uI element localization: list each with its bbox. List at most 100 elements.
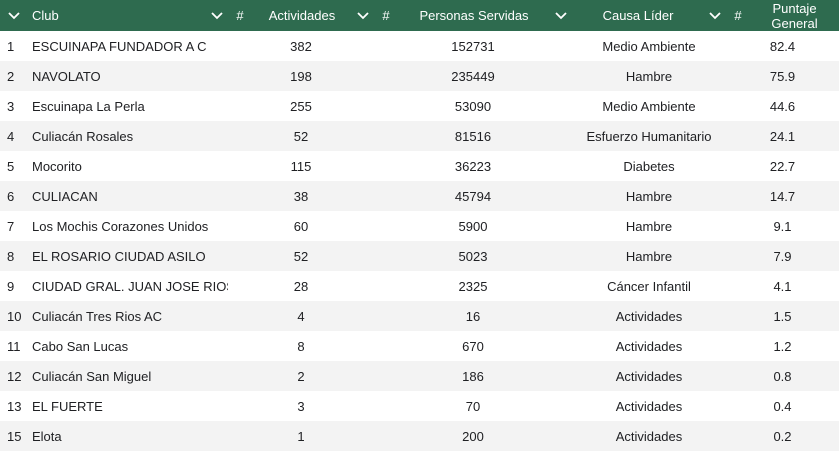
puntaje-cell: 24.1 xyxy=(769,128,796,144)
puntaje-cell: 9.1 xyxy=(773,218,792,234)
club-name-cell: NAVOLATO xyxy=(32,68,101,84)
actividades-cell: 115 xyxy=(290,158,312,174)
personas-cell: 70 xyxy=(465,398,481,414)
actividades-cell: 3 xyxy=(297,398,305,414)
puntaje-cell: 1.5 xyxy=(773,308,792,324)
causa-column-header[interactable]: Causa Líder xyxy=(572,8,726,23)
numeric-type-icon: # xyxy=(734,8,742,23)
personas-cell: 235449 xyxy=(451,68,495,84)
personas-column-header[interactable]: # Personas Servidas xyxy=(374,8,572,23)
row-index: 1 xyxy=(7,38,15,54)
table-row[interactable]: 5 Mocorito 115 36223 Diabetes 22.7 xyxy=(0,151,839,181)
puntaje-cell: 0.4 xyxy=(773,398,792,414)
personas-cell: 2325 xyxy=(458,278,488,294)
numeric-type-icon: # xyxy=(236,8,244,23)
actividades-cell: 1 xyxy=(297,428,305,444)
puntaje-cell: 1.2 xyxy=(773,338,792,354)
club-name-cell: Culiacán San Miguel xyxy=(32,368,152,384)
table-row[interactable]: 10 Culiacán Tres Rios AC 4 16 Actividades 1.5 xyxy=(0,301,839,331)
club-name-cell: Elota xyxy=(32,428,62,444)
table-row[interactable]: 2 NAVOLATO 198 235449 Hambre 75.9 xyxy=(0,61,839,91)
puntaje-column-header[interactable]: # Puntaje General xyxy=(726,1,839,31)
club-name-cell: Culiacán Rosales xyxy=(32,128,134,144)
puntaje-header-label: Puntaje General xyxy=(771,0,818,31)
actividades-cell: 4 xyxy=(297,308,305,324)
personas-header-label: Personas Servidas xyxy=(419,8,529,23)
chevron-down-icon[interactable] xyxy=(352,11,374,20)
actividades-cell: 38 xyxy=(293,188,309,204)
puntaje-cell: 44.6 xyxy=(769,98,796,114)
numeric-type-icon: # xyxy=(382,8,390,23)
row-index: 6 xyxy=(7,188,15,204)
row-index: 9 xyxy=(7,278,15,294)
causa-cell: Hambre xyxy=(625,218,673,234)
causa-cell: Actividades xyxy=(615,398,683,414)
puntaje-cell: 75.9 xyxy=(769,68,796,84)
personas-cell: 81516 xyxy=(454,128,492,144)
personas-cell: 670 xyxy=(462,338,484,354)
personas-cell: 53090 xyxy=(454,98,492,114)
club-name-cell: Escuinapa La Perla xyxy=(32,98,145,114)
table-row[interactable]: 3 Escuinapa La Perla 255 53090 Medio Ambient… xyxy=(0,91,839,121)
puntaje-cell: 4.1 xyxy=(773,278,792,294)
puntaje-cell: 0.8 xyxy=(773,368,792,384)
table-row[interactable]: 9 CIUDAD GRAL. JUAN JOSE RIOS 28 2325 Cáncer… xyxy=(0,271,839,301)
chevron-down-icon[interactable] xyxy=(3,11,25,20)
actividades-cell: 52 xyxy=(293,128,309,144)
causa-cell: Hambre xyxy=(625,68,673,84)
table-row[interactable]: 11 Cabo San Lucas 8 670 Actividades 1.2 xyxy=(0,331,839,361)
clubs-table: Club # Actividades # Personas Servidas C… xyxy=(0,0,839,451)
causa-cell: Hambre xyxy=(625,188,673,204)
actividades-cell: 382 xyxy=(290,38,312,54)
table-row[interactable]: 7 Los Mochis Corazones Unidos 60 5900 Hambre… xyxy=(0,211,839,241)
chevron-down-icon[interactable] xyxy=(704,11,726,20)
row-index: 13 xyxy=(7,398,22,414)
puntaje-cell: 7.9 xyxy=(773,248,792,264)
table-row[interactable]: 6 CULIACAN 38 45794 Hambre 14.7 xyxy=(0,181,839,211)
causa-header-label: Causa Líder xyxy=(602,8,674,23)
causa-cell: Cáncer Infantil xyxy=(607,278,691,294)
personas-cell: 152731 xyxy=(451,38,495,54)
causa-cell: Esfuerzo Humanitario xyxy=(586,128,712,144)
chevron-down-icon[interactable] xyxy=(206,11,228,20)
club-name-cell: CIUDAD GRAL. JUAN JOSE RIOS xyxy=(32,278,228,294)
row-index: 15 xyxy=(7,428,22,444)
causa-cell: Actividades xyxy=(615,308,683,324)
personas-cell: 5023 xyxy=(458,248,488,264)
row-index: 2 xyxy=(7,68,15,84)
chevron-down-icon[interactable] xyxy=(550,11,572,20)
table-body: 1 ESCUINAPA FUNDADOR A C 382 152731 Medio Am… xyxy=(0,31,839,451)
club-name-cell: CULIACAN xyxy=(32,188,98,204)
club-name-cell: ESCUINAPA FUNDADOR A C xyxy=(32,38,207,54)
puntaje-cell: 0.2 xyxy=(773,428,792,444)
personas-cell: 186 xyxy=(462,368,484,384)
club-column-header[interactable]: Club xyxy=(28,8,228,23)
index-column-header[interactable] xyxy=(0,11,28,20)
table-row[interactable]: 13 EL FUERTE 3 70 Actividades 0.4 xyxy=(0,391,839,421)
puntaje-cell: 22.7 xyxy=(769,158,796,174)
actividades-cell: 28 xyxy=(293,278,309,294)
row-index: 10 xyxy=(7,308,22,324)
club-name-cell: Mocorito xyxy=(32,158,82,174)
causa-cell: Medio Ambiente xyxy=(602,38,696,54)
row-index: 3 xyxy=(7,98,15,114)
row-index: 8 xyxy=(7,248,15,264)
personas-cell: 200 xyxy=(462,428,484,444)
puntaje-cell: 14.7 xyxy=(769,188,796,204)
table-row[interactable]: 1 ESCUINAPA FUNDADOR A C 382 152731 Medio Am… xyxy=(0,31,839,61)
club-name-cell: EL FUERTE xyxy=(32,398,103,414)
actividades-cell: 2 xyxy=(297,368,305,384)
table-row[interactable]: 15 Elota 1 200 Actividades 0.2 xyxy=(0,421,839,451)
table-row[interactable]: 12 Culiacán San Miguel 2 186 Actividades 0.8 xyxy=(0,361,839,391)
row-index: 12 xyxy=(7,368,22,384)
table-row[interactable]: 8 EL ROSARIO CIUDAD ASILO 52 5023 Hambre 7.9 xyxy=(0,241,839,271)
row-index: 11 xyxy=(7,338,21,354)
actividades-column-header[interactable]: # Actividades xyxy=(228,8,374,23)
causa-cell: Medio Ambiente xyxy=(602,98,696,114)
actividades-cell: 198 xyxy=(290,68,312,84)
club-name-cell: Los Mochis Corazones Unidos xyxy=(32,218,209,234)
causa-cell: Hambre xyxy=(625,248,673,264)
row-index: 7 xyxy=(7,218,15,234)
causa-cell: Diabetes xyxy=(623,158,675,174)
table-row[interactable]: 4 Culiacán Rosales 52 81516 Esfuerzo Humanit… xyxy=(0,121,839,151)
